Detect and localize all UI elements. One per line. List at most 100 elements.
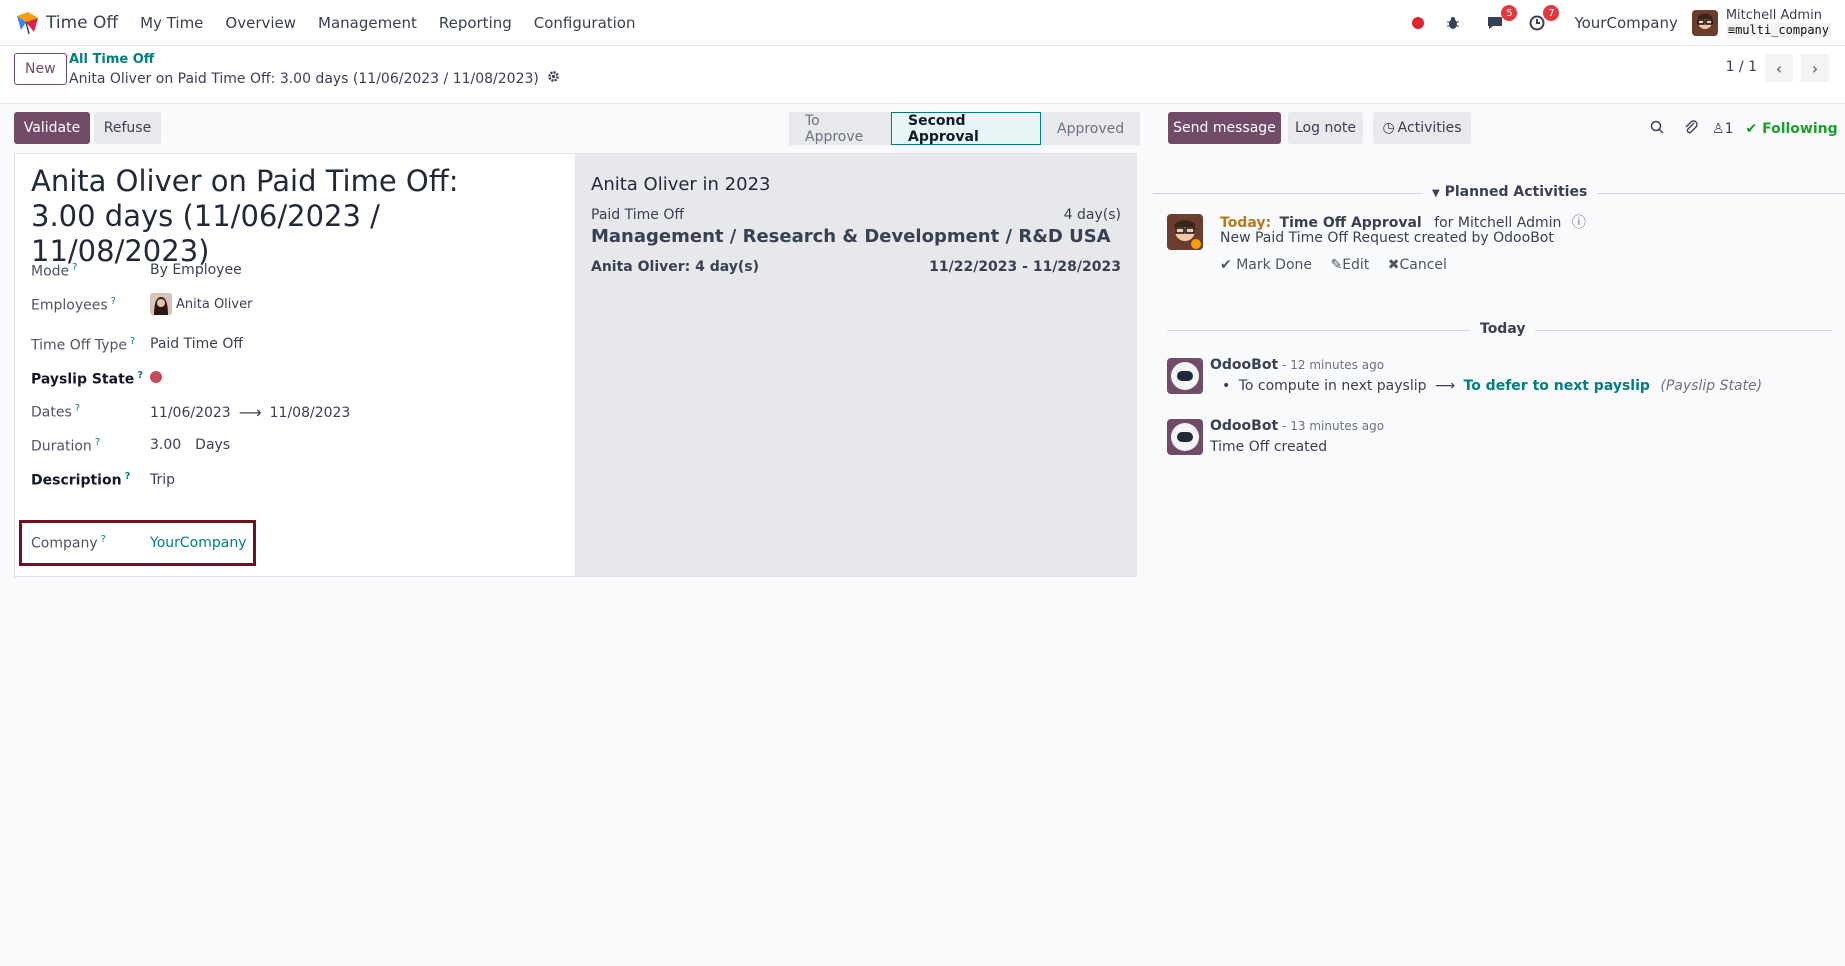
info-icon[interactable]: ⓘ <box>1572 215 1586 231</box>
pager-next-icon[interactable]: › <box>1801 54 1829 82</box>
employees-value[interactable]: Anita Oliver <box>150 293 252 315</box>
odoobot-avatar <box>1167 419 1203 455</box>
new-button[interactable]: New <box>14 53 67 85</box>
caret-down-icon: ▼ <box>1432 188 1440 199</box>
send-message-button[interactable]: Send message <box>1168 112 1281 144</box>
recording-indicator-icon[interactable] <box>1412 17 1425 29</box>
planned-activities-toggle[interactable]: ▼ Planned Activities <box>1422 184 1598 200</box>
help-icon[interactable]: ? <box>95 437 100 448</box>
menu-reporting[interactable]: Reporting <box>439 14 512 32</box>
help-icon[interactable]: ? <box>130 336 135 347</box>
edit-activity-button[interactable]: ✎Edit <box>1330 257 1369 273</box>
date-to-input[interactable]: 11/08/2023 <box>270 405 351 421</box>
payslip-state-dot-icon[interactable] <box>150 371 162 383</box>
time-off-type-label: Time Off Type? <box>31 336 136 354</box>
app-name[interactable]: Time Off <box>46 13 118 33</box>
help-icon[interactable]: ? <box>72 262 77 273</box>
followers-button[interactable]: ♙1 <box>1712 121 1733 137</box>
user-avatar[interactable] <box>1691 10 1718 36</box>
arrow-right-icon: ⟶ <box>238 403 262 422</box>
refuse-button[interactable]: Refuse <box>94 112 161 144</box>
old-value: To compute in next payslip <box>1238 378 1427 394</box>
bullet: • <box>1222 378 1231 394</box>
record-name[interactable]: Anita Oliver on Paid Time Off: 3.00 days… <box>31 164 501 269</box>
message-date: - 12 minutes ago <box>1282 358 1385 372</box>
stage-to-approve[interactable]: To Approve <box>789 112 891 145</box>
activity-clock-icon[interactable]: 7 <box>1524 5 1560 36</box>
stage-second-approval[interactable]: Second Approval <box>891 112 1041 145</box>
messages-badge: 5 <box>1501 5 1518 21</box>
arrow-right-icon: ⟶ <box>1434 378 1456 394</box>
message-body: Time Off created <box>1210 439 1328 455</box>
gear-icon[interactable] <box>547 70 560 87</box>
employee-summary-panel: Anita Oliver in 2023 Paid Time Off 4 day… <box>575 154 1137 576</box>
search-icon[interactable] <box>1650 120 1664 138</box>
stage-approved[interactable]: Approved <box>1041 112 1140 145</box>
activity-header: Today: Time Off Approval for Mitchell Ad… <box>1220 212 1586 232</box>
company-value[interactable]: YourCompany <box>150 535 247 551</box>
user-name: Mitchell Admin <box>1725 8 1822 23</box>
pager-value[interactable]: 1 / 1 <box>1726 59 1757 75</box>
mode-value[interactable]: By Employee <box>150 262 242 278</box>
status-bar: To Approve Second Approval Approved <box>789 112 1140 145</box>
payslip-state-value[interactable] <box>150 371 162 383</box>
duration-unit: Days <box>195 437 231 453</box>
company-switcher[interactable]: YourCompany <box>1574 14 1677 32</box>
date-from-input[interactable]: 11/06/2023 <box>150 405 231 421</box>
mode-label: Mode? <box>31 262 78 280</box>
control-panel: New All Time Off Anita Oliver on Paid Ti… <box>0 46 1845 104</box>
employee-name: Anita Oliver <box>176 296 253 312</box>
odoobot-avatar <box>1167 358 1203 394</box>
database-icon: ≡ <box>1727 23 1736 37</box>
today-separator: Today <box>1470 321 1536 337</box>
new-value: To defer to next payslip <box>1463 378 1650 394</box>
duration-value: 3.00 Days <box>150 437 230 453</box>
summary-employee-days: Anita Oliver: 4 day(s) <box>591 259 760 275</box>
breadcrumb-all-time-off[interactable]: All Time Off <box>69 52 154 67</box>
menu-management[interactable]: Management <box>318 14 417 32</box>
time-off-type-value[interactable]: Paid Time Off <box>150 336 243 352</box>
summary-department: Management / Research & Development / R&… <box>591 226 1111 247</box>
duration-input[interactable]: 3.00 <box>150 437 181 453</box>
breadcrumb-current-record: Anita Oliver on Paid Time Off: 3.00 days… <box>69 70 560 87</box>
help-icon[interactable]: ? <box>75 403 80 414</box>
duration-label: Duration? <box>31 437 101 455</box>
description-value[interactable]: Trip <box>150 472 175 488</box>
menu-my-time[interactable]: My Time <box>140 14 203 32</box>
mark-done-button[interactable]: ✔ Mark Done <box>1220 257 1312 273</box>
top-navbar: Time Off My Time Overview Management Rep… <box>0 0 1845 46</box>
description-label: Description? <box>31 471 131 489</box>
validate-button[interactable]: Validate <box>14 112 90 144</box>
summary-days: 4 day(s) <box>1063 207 1121 223</box>
summary-title: Anita Oliver in 2023 <box>591 174 771 195</box>
help-icon[interactable]: ? <box>137 370 143 381</box>
bug-icon[interactable] <box>1440 10 1466 36</box>
help-icon[interactable]: ? <box>101 534 106 545</box>
user-icon: ♙ <box>1712 121 1725 137</box>
user-menu[interactable]: Mitchell Admin ≡multi_company <box>1725 8 1831 38</box>
check-icon: ✔ <box>1220 257 1232 273</box>
dates-label: Dates? <box>31 403 81 421</box>
close-icon: ✖ <box>1387 257 1400 273</box>
employees-label: Employees? <box>31 296 116 314</box>
activities-badge: 7 <box>1543 5 1560 21</box>
menu-overview[interactable]: Overview <box>225 14 296 32</box>
message-date: - 13 minutes ago <box>1282 419 1385 433</box>
activity-for: for Mitchell Admin <box>1434 215 1562 231</box>
menu-configuration[interactable]: Configuration <box>534 14 636 32</box>
payslip-state-label: Payslip State? <box>31 370 144 388</box>
log-note-button[interactable]: Log note <box>1288 112 1363 144</box>
pager-previous-icon[interactable]: ‹ <box>1765 54 1793 82</box>
summary-date-range[interactable]: 11/22/2023 - 11/28/2023 <box>929 259 1121 275</box>
paperclip-icon[interactable] <box>1684 119 1698 139</box>
time-off-app-icon[interactable] <box>14 10 40 36</box>
following-button[interactable]: ✔ Following <box>1745 121 1837 137</box>
activities-button[interactable]: ◷ Activities <box>1373 112 1471 144</box>
activity-when: Today: <box>1220 215 1272 231</box>
chat-icon[interactable]: 5 <box>1482 5 1518 36</box>
help-icon[interactable]: ? <box>125 471 131 482</box>
dates-value: 11/06/2023 ⟶ 11/08/2023 <box>150 403 350 422</box>
help-icon[interactable]: ? <box>111 296 116 307</box>
chatter-toolbar: ♙1 ✔ Following <box>1650 117 1838 141</box>
cancel-activity-button[interactable]: ✖Cancel <box>1388 257 1447 273</box>
